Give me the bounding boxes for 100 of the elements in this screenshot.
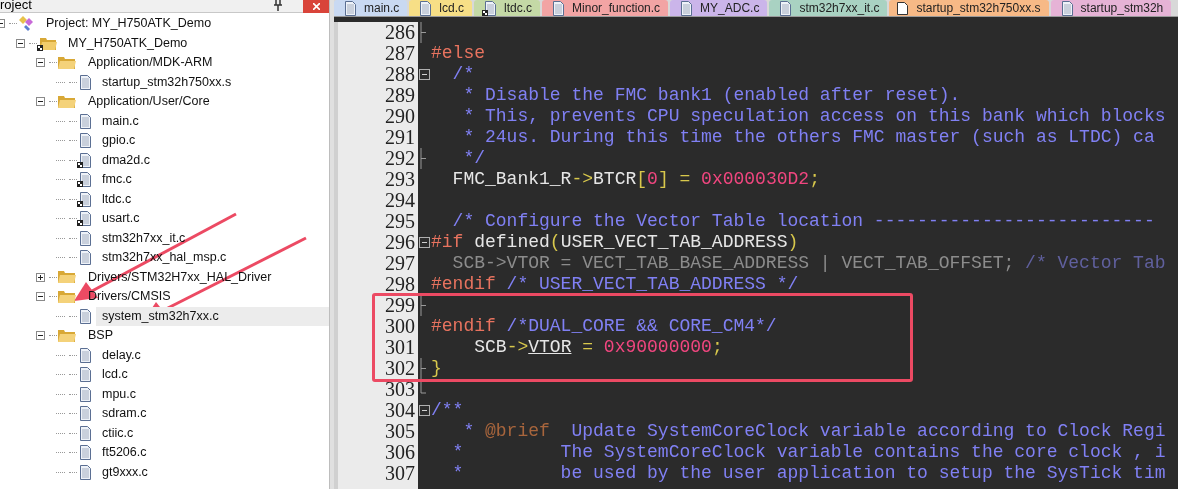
- folder-icon: [57, 270, 77, 285]
- document-icon: [342, 0, 356, 16]
- line-number: 286: [384, 22, 416, 43]
- fold-icon[interactable]: [418, 69, 430, 80]
- document-icon: [897, 1, 909, 15]
- tree-item[interactable]: sdram.c: [96, 404, 153, 424]
- code-line: #endif /*DUAL_CORE && CORE_CM4*/: [431, 316, 777, 336]
- code-line: * This, prevents CPU speculation access on this bank which blocks: [462, 106, 1166, 126]
- document-options-icon: [77, 152, 91, 168]
- folder-options-icon: [37, 35, 57, 51]
- tree-item[interactable]: mpu.c: [96, 384, 143, 404]
- tree-item[interactable]: startup_stm32h750xx.s: [96, 72, 238, 92]
- code-line: * @brief Update SystemCoreClock variable according to Clock Regi: [462, 421, 1166, 441]
- fold-icon[interactable]: [418, 237, 430, 248]
- close-button[interactable]: [303, 0, 329, 13]
- tree-item[interactable]: Project: MY_H750ATK_Demo: [40, 14, 218, 34]
- project-icon: [17, 15, 35, 32]
- editor-tab[interactable]: lcd.c: [409, 0, 473, 16]
- document-options-icon: [77, 172, 91, 188]
- line-number: 293: [384, 169, 416, 190]
- folder-icon: [57, 94, 77, 109]
- document-icon: [77, 425, 91, 441]
- tree-item[interactable]: stm32h7xx_it.c: [96, 228, 192, 248]
- pane-title: roject: [0, 0, 32, 11]
- document-icon: [77, 308, 91, 324]
- line-number: 301: [384, 337, 416, 358]
- line-number: 290: [384, 106, 416, 127]
- tree-item[interactable]: gt9xxx.c: [96, 462, 154, 482]
- line-number: 288: [384, 64, 416, 85]
- code-line: * Disable the FMC bank1 (enabled after reset).: [462, 85, 961, 105]
- code-line: * be used by the user application to setup the SysTick tim: [451, 463, 1166, 483]
- editor-tab[interactable]: main.c: [334, 0, 408, 16]
- document-icon: [77, 386, 91, 402]
- tree-item[interactable]: Application/MDK-ARM: [82, 53, 219, 73]
- code-line: #else: [431, 43, 485, 63]
- collapse-icon[interactable]: [36, 331, 45, 341]
- tree-item[interactable]: main.c: [96, 111, 145, 131]
- document-icon: [77, 406, 91, 422]
- tree-item[interactable]: ft5206.c: [96, 443, 153, 463]
- document-icon: [77, 367, 91, 383]
- collapse-icon[interactable]: [16, 38, 25, 48]
- tree-item[interactable]: delay.c: [96, 345, 147, 365]
- code-line: /* Configure the Vector Table location --------------------------: [451, 211, 1155, 231]
- tree-item[interactable]: system_stm32h7xx.c: [96, 306, 329, 326]
- tree-item[interactable]: dma2d.c: [96, 150, 156, 170]
- document-options-icon: [77, 211, 91, 227]
- document-options-icon: [77, 191, 91, 207]
- pin-icon[interactable]: [273, 0, 283, 11]
- folder-icon: [57, 328, 77, 343]
- close-icon: [312, 2, 320, 10]
- document-icon: [77, 230, 91, 246]
- collapse-icon[interactable]: [36, 58, 45, 68]
- document-icon: [77, 74, 91, 90]
- tree-item[interactable]: lcd.c: [96, 365, 134, 385]
- tree-item[interactable]: MY_H750ATK_Demo: [62, 33, 194, 53]
- fold-icon[interactable]: [418, 405, 430, 416]
- tree-item[interactable]: ltdc.c: [96, 189, 138, 209]
- line-number: 304: [384, 400, 416, 421]
- document-icon: [77, 445, 91, 461]
- collapse-icon[interactable]: [36, 292, 45, 302]
- line-number: 289: [384, 85, 416, 106]
- editor-tab[interactable]: startup_stm32h: [1050, 0, 1172, 16]
- editor-tab[interactable]: ltdc.c: [474, 0, 541, 16]
- line-number: 300: [384, 316, 416, 337]
- tree-item[interactable]: BSP: [82, 326, 119, 346]
- line-number: 292: [384, 148, 416, 169]
- code-line: #if defined(USER_VECT_TAB_ADDRESS): [431, 232, 799, 252]
- document-icon: [550, 0, 565, 16]
- line-number: 303: [384, 379, 416, 400]
- folder-icon: [57, 289, 77, 304]
- code-line: FMC_Bank1_R->BTCR[0] = 0x000030D2;: [451, 169, 820, 189]
- editor-tab[interactable]: MY_ADC.c: [670, 0, 768, 16]
- collapse-icon[interactable]: [36, 97, 45, 107]
- document-icon: [417, 0, 432, 16]
- line-number: 306: [384, 442, 416, 463]
- line-number: 294: [384, 190, 416, 211]
- expand-icon[interactable]: [36, 272, 45, 282]
- document-icon: [77, 464, 91, 480]
- tree-item[interactable]: Application/User/Core: [82, 92, 216, 112]
- document-icon: [77, 133, 91, 149]
- tree-item[interactable]: usart.c: [96, 209, 146, 229]
- editor-tab[interactable]: Minor_function.c: [542, 0, 669, 16]
- tree-item[interactable]: gpio.c: [96, 131, 142, 151]
- line-number: 305: [384, 421, 416, 442]
- code-line: /**: [431, 400, 464, 420]
- tree-item[interactable]: Drivers/CMSIS: [82, 287, 177, 307]
- line-number: 299: [384, 295, 416, 316]
- folder-icon: [57, 55, 77, 70]
- code-line: SCB->VTOR = 0x90000000;: [473, 337, 723, 357]
- code-line: * 24us. During this time the others FMC master (such as LTDC) ca: [462, 127, 1155, 147]
- document-icon: [777, 0, 792, 16]
- tree-item[interactable]: fmc.c: [96, 170, 138, 190]
- editor-tab[interactable]: startup_stm32h750xx.s: [889, 0, 1049, 16]
- code-line: #endif /* USER_VECT_TAB_ADDRESS */: [431, 274, 799, 294]
- line-number: 287: [384, 43, 416, 64]
- tree-item[interactable]: ctiic.c: [96, 423, 140, 443]
- document-icon: [678, 0, 693, 16]
- line-number: 307: [384, 463, 416, 484]
- code-line: }: [431, 358, 442, 378]
- editor-tab[interactable]: stm32h7xx_it.c: [769, 0, 888, 16]
